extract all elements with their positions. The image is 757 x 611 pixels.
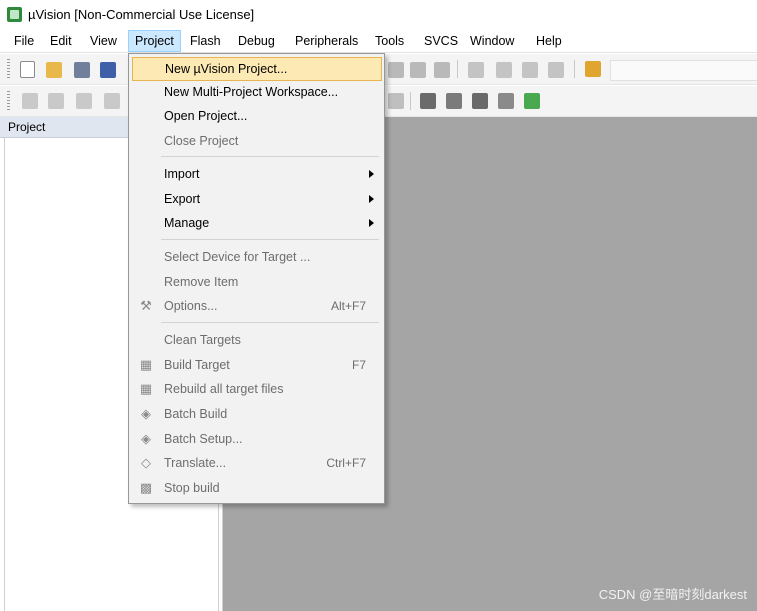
- manage-components-icon[interactable]: [420, 93, 436, 109]
- menu-item-label: Remove Item: [164, 275, 239, 289]
- translate-icon: ◇: [141, 455, 151, 470]
- menu-item-new-workspace[interactable]: New Multi-Project Workspace...: [132, 80, 380, 104]
- incremental-find-icon[interactable]: [434, 62, 450, 78]
- title-bar: µVision [Non-Commercial Use License]: [0, 0, 757, 30]
- open-file-icon[interactable]: [46, 62, 62, 78]
- batch-build-toolbar-icon[interactable]: [104, 93, 120, 109]
- indent-icon[interactable]: [468, 62, 484, 78]
- menu-separator: [161, 156, 379, 157]
- save-icon[interactable]: [74, 62, 90, 78]
- menu-item-stop-build[interactable]: ▩ Stop build: [132, 476, 380, 500]
- toolbar-grip[interactable]: [7, 91, 10, 111]
- menu-item-label: Build Target: [164, 358, 230, 372]
- submenu-arrow-icon: [369, 170, 374, 178]
- menu-help[interactable]: Help: [530, 30, 568, 52]
- run-time-environment-icon[interactable]: [524, 93, 540, 109]
- menu-item-new-project[interactable]: New µVision Project...: [132, 57, 382, 81]
- submenu-arrow-icon: [369, 195, 374, 203]
- menu-item-batch-build[interactable]: ◈ Batch Build: [132, 402, 380, 426]
- menu-svcs[interactable]: SVCS: [418, 30, 464, 52]
- batch-build-icon: ◈: [141, 406, 151, 421]
- menu-item-label: New µVision Project...: [165, 62, 288, 76]
- menu-project[interactable]: Project: [128, 30, 181, 52]
- pack-installer-icon[interactable]: [472, 93, 488, 109]
- menu-item-shortcut: Ctrl+F7: [326, 456, 366, 470]
- menu-item-clean-targets[interactable]: Clean Targets: [132, 328, 380, 352]
- menu-item-label: Clean Targets: [164, 333, 241, 347]
- menu-item-manage[interactable]: Manage: [132, 211, 380, 235]
- menu-item-close-project[interactable]: Close Project: [132, 129, 380, 153]
- options-icon: ⚒: [140, 298, 152, 313]
- build-toolbar-icon[interactable]: [48, 93, 64, 109]
- menu-bar: File Edit View Project Flash Debug Perip…: [0, 30, 757, 53]
- menu-item-shortcut: F7: [351, 358, 366, 372]
- menu-item-label: Manage: [164, 216, 210, 230]
- menu-item-import[interactable]: Import: [132, 162, 380, 186]
- uvision-app-icon: [7, 7, 22, 22]
- rebuild-icon: ▦: [139, 381, 153, 396]
- menu-window[interactable]: Window: [464, 30, 520, 52]
- menu-debug[interactable]: Debug: [232, 30, 281, 52]
- project-menu-dropdown: New µVision Project... New Multi-Project…: [128, 53, 385, 504]
- menu-item-label: Stop build: [164, 481, 220, 495]
- window-title: µVision [Non-Commercial Use License]: [28, 7, 255, 22]
- unindent-icon[interactable]: [496, 62, 512, 78]
- build-icon: ▦: [139, 357, 153, 372]
- submenu-arrow-icon: [369, 219, 374, 227]
- menu-item-label: Open Project...: [164, 109, 248, 123]
- menu-item-open-project[interactable]: Open Project...: [132, 104, 380, 128]
- translate-toolbar-icon[interactable]: [22, 93, 38, 109]
- menu-peripherals[interactable]: Peripherals: [289, 30, 364, 52]
- menu-item-label: Batch Setup...: [164, 432, 243, 446]
- menu-file[interactable]: File: [8, 30, 40, 52]
- toolbar-separator: [457, 60, 458, 78]
- menu-item-remove-item[interactable]: Remove Item: [132, 270, 380, 294]
- menu-item-label: Export: [164, 192, 201, 206]
- rebuild-toolbar-icon[interactable]: [76, 93, 92, 109]
- toolbar-separator: [410, 92, 411, 110]
- file-extensions-icon[interactable]: [446, 93, 462, 109]
- save-all-icon[interactable]: [100, 62, 116, 78]
- menu-item-batch-setup[interactable]: ◈ Batch Setup...: [132, 427, 380, 451]
- options-toolbar-icon[interactable]: [388, 93, 404, 109]
- panel-border: [4, 137, 5, 611]
- menu-separator: [161, 239, 379, 240]
- toolbar-separator: [574, 60, 575, 78]
- menu-item-rebuild-all[interactable]: ▦ Rebuild all target files: [132, 377, 380, 401]
- toolbar-grip[interactable]: [7, 59, 10, 79]
- menu-item-translate[interactable]: ◇ Translate... Ctrl+F7: [132, 451, 380, 475]
- menu-item-label: New Multi-Project Workspace...: [164, 85, 339, 99]
- menu-edit[interactable]: Edit: [44, 30, 78, 52]
- menu-item-export[interactable]: Export: [132, 187, 380, 211]
- menu-item-build-target[interactable]: ▦ Build Target F7: [132, 353, 380, 377]
- menu-item-select-device[interactable]: Select Device for Target ...: [132, 245, 380, 269]
- comment-icon[interactable]: [522, 62, 538, 78]
- menu-item-label: Rebuild all target files: [164, 382, 284, 396]
- menu-item-label: Translate...: [164, 456, 227, 470]
- menu-item-options[interactable]: ⚒ Options... Alt+F7: [132, 294, 380, 318]
- find-in-files-icon[interactable]: [410, 62, 426, 78]
- menu-view[interactable]: View: [84, 30, 123, 52]
- menu-item-label: Import: [164, 167, 200, 181]
- select-packs-icon[interactable]: [498, 93, 514, 109]
- menu-separator: [161, 322, 379, 323]
- menu-item-label: Select Device for Target ...: [164, 250, 311, 264]
- project-panel-title: Project: [8, 120, 46, 134]
- configure-icon[interactable]: [585, 61, 601, 77]
- find-combo[interactable]: [610, 60, 757, 81]
- find-icon[interactable]: [388, 62, 404, 78]
- menu-item-label: Options...: [164, 299, 218, 313]
- menu-tools[interactable]: Tools: [369, 30, 410, 52]
- menu-item-label: Close Project: [164, 134, 239, 148]
- stop-build-icon: ▩: [139, 480, 153, 495]
- menu-item-shortcut: Alt+F7: [330, 299, 366, 313]
- batch-setup-icon: ◈: [141, 431, 151, 446]
- menu-flash[interactable]: Flash: [184, 30, 227, 52]
- menu-item-label: Batch Build: [164, 407, 228, 421]
- watermark: CSDN @至暗时刻darkest: [598, 587, 747, 602]
- uncomment-icon[interactable]: [548, 62, 564, 78]
- new-file-icon[interactable]: [20, 61, 35, 78]
